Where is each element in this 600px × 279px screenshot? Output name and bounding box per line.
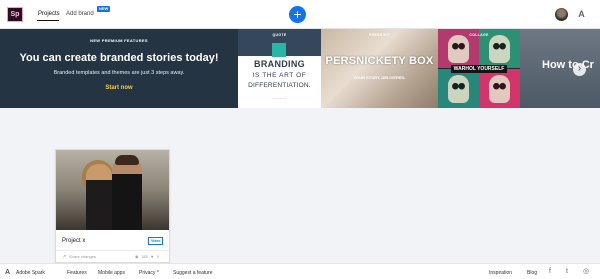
collage-tile bbox=[438, 69, 479, 108]
skull-image-icon bbox=[448, 35, 469, 63]
start-now-link[interactable]: Start now bbox=[0, 85, 238, 91]
hero-tag: NEW PREMIUM FEATURES bbox=[90, 38, 148, 43]
new-badge: NEW bbox=[97, 6, 111, 12]
quote-footer: — — — — bbox=[272, 96, 287, 100]
template-label: PRESS KIT bbox=[368, 33, 391, 37]
photo-figure bbox=[86, 164, 112, 230]
tab-add-brand[interactable]: Add brand bbox=[66, 11, 94, 17]
quote-accent-square bbox=[272, 43, 286, 57]
template-card-press-kit[interactable]: PRESS KIT PERSNICKETY BOX YOUR STORY, DE… bbox=[321, 29, 438, 108]
tab-projects[interactable]: Projects bbox=[38, 11, 60, 17]
feature-banner: NEW PREMIUM FEATURES You can create bran… bbox=[0, 29, 600, 108]
hero-title: You can create branded stories today! bbox=[19, 52, 219, 64]
spark-logo-icon[interactable]: Sp bbox=[7, 7, 23, 22]
template-card-how-to[interactable]: How to Cr bbox=[520, 29, 600, 108]
footer-link-privacy[interactable]: Privacy ^ bbox=[139, 270, 159, 276]
eye-icon: ◉ bbox=[135, 254, 139, 259]
template-card-quote[interactable]: QUOTE BRANDING IS THE ART OF DIFFERENTIA… bbox=[238, 29, 321, 108]
project-type-badge: Video bbox=[148, 237, 164, 245]
press-kit-subtitle: YOUR STORY, DELIVERED. bbox=[353, 75, 406, 80]
divider bbox=[56, 250, 169, 251]
photo-figure bbox=[112, 158, 142, 230]
footer-link-inspiration[interactable]: Inspiration bbox=[489, 270, 512, 276]
twitter-icon[interactable]: t bbox=[566, 268, 568, 276]
press-kit-title: PERSNICKETY BOX bbox=[325, 55, 434, 67]
quote-line-3: DIFFERENTIATION. bbox=[248, 82, 311, 89]
footer-link-suggest-feature[interactable]: Suggest a feature bbox=[173, 270, 212, 276]
footer-link-features[interactable]: Features bbox=[67, 270, 87, 276]
project-thumbnail[interactable] bbox=[56, 150, 169, 230]
avatar[interactable] bbox=[555, 8, 568, 21]
project-title[interactable]: Project x bbox=[62, 238, 85, 244]
skull-image-icon bbox=[489, 35, 510, 63]
template-label: COLLAGE bbox=[469, 33, 489, 37]
hero-subtitle: Branded templates and themes are just 3 … bbox=[53, 70, 185, 76]
hero-panel: NEW PREMIUM FEATURES You can create bran… bbox=[0, 29, 238, 108]
carousel-next-button[interactable]: › bbox=[573, 63, 586, 76]
quote-line-1: BRANDING bbox=[254, 59, 305, 69]
likes-count: 0 bbox=[157, 254, 160, 259]
heart-icon: ♥ bbox=[151, 254, 154, 259]
project-card[interactable]: Project x Video ↗ Share changes ◉ 185 ♥ … bbox=[55, 149, 170, 263]
collage-tile bbox=[479, 69, 520, 108]
footer-link-blog[interactable]: Blog bbox=[527, 270, 537, 276]
views-count: 185 bbox=[141, 254, 148, 259]
template-label: QUOTE bbox=[272, 33, 287, 37]
adobe-icon[interactable]: A bbox=[577, 10, 586, 19]
footer: A Adobe Spark Features Mobile apps Priva… bbox=[0, 263, 600, 279]
skull-image-icon bbox=[448, 75, 469, 103]
footer-link-adobe-spark[interactable]: Adobe Spark bbox=[16, 270, 45, 276]
instagram-icon[interactable]: ◎ bbox=[583, 268, 589, 276]
adobe-logo-icon[interactable]: A bbox=[5, 269, 12, 276]
quote-line-2: IS THE ART OF bbox=[252, 72, 307, 79]
top-nav: Sp Projects Add brand NEW + A bbox=[0, 0, 600, 29]
active-tab-indicator bbox=[37, 20, 59, 21]
share-changes-link[interactable]: Share changes bbox=[69, 254, 96, 259]
photo-figure bbox=[115, 155, 139, 165]
template-card-collage[interactable]: COLLAGE WARHOL YOURSELF bbox=[438, 29, 520, 108]
collage-band: WARHOL YOURSELF bbox=[451, 65, 507, 73]
share-icon[interactable]: ↗ bbox=[62, 254, 66, 260]
skull-image-icon bbox=[489, 75, 510, 103]
how-to-title: How to Cr bbox=[542, 59, 594, 71]
facebook-icon[interactable]: f bbox=[549, 268, 551, 276]
create-button[interactable]: + bbox=[289, 6, 306, 23]
app-root: Sp Projects Add brand NEW + A NEW PREMIU… bbox=[0, 0, 600, 279]
footer-link-mobile-apps[interactable]: Mobile apps bbox=[98, 270, 125, 276]
